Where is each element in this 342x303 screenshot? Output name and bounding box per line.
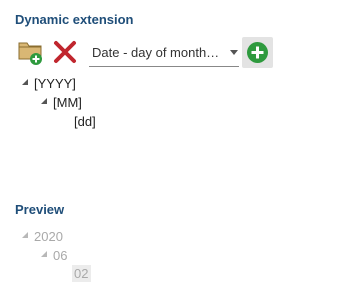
expand-toggle-icon[interactable]: [41, 98, 47, 104]
plus-circle-icon: [247, 42, 268, 63]
chevron-down-icon: [230, 50, 238, 55]
remove-button[interactable]: [51, 38, 79, 66]
preview-node-label: 2020: [34, 229, 63, 244]
preview-title: Preview: [15, 202, 65, 217]
tree-node-label: [dd]: [74, 114, 96, 129]
close-x-icon: [54, 41, 76, 63]
expand-toggle-icon: [22, 232, 28, 238]
toolbar: Date - day of month…: [15, 37, 335, 68]
tree-node-label: [YYYY]: [34, 76, 76, 91]
select-value: Date - day of month…: [92, 45, 220, 60]
expand-toggle-icon[interactable]: [22, 79, 28, 85]
extension-type-select[interactable]: Date - day of month…: [89, 40, 239, 67]
add-folder-button[interactable]: [17, 38, 45, 66]
add-button[interactable]: [242, 37, 273, 68]
expand-toggle-icon: [41, 251, 47, 257]
tree-node-label: [MM]: [53, 95, 82, 110]
preview-node-label: 06: [53, 248, 68, 263]
folder-add-icon: [18, 42, 42, 65]
dynamic-extension-title: Dynamic extension: [15, 12, 134, 27]
preview-node-label: 02: [74, 266, 89, 281]
